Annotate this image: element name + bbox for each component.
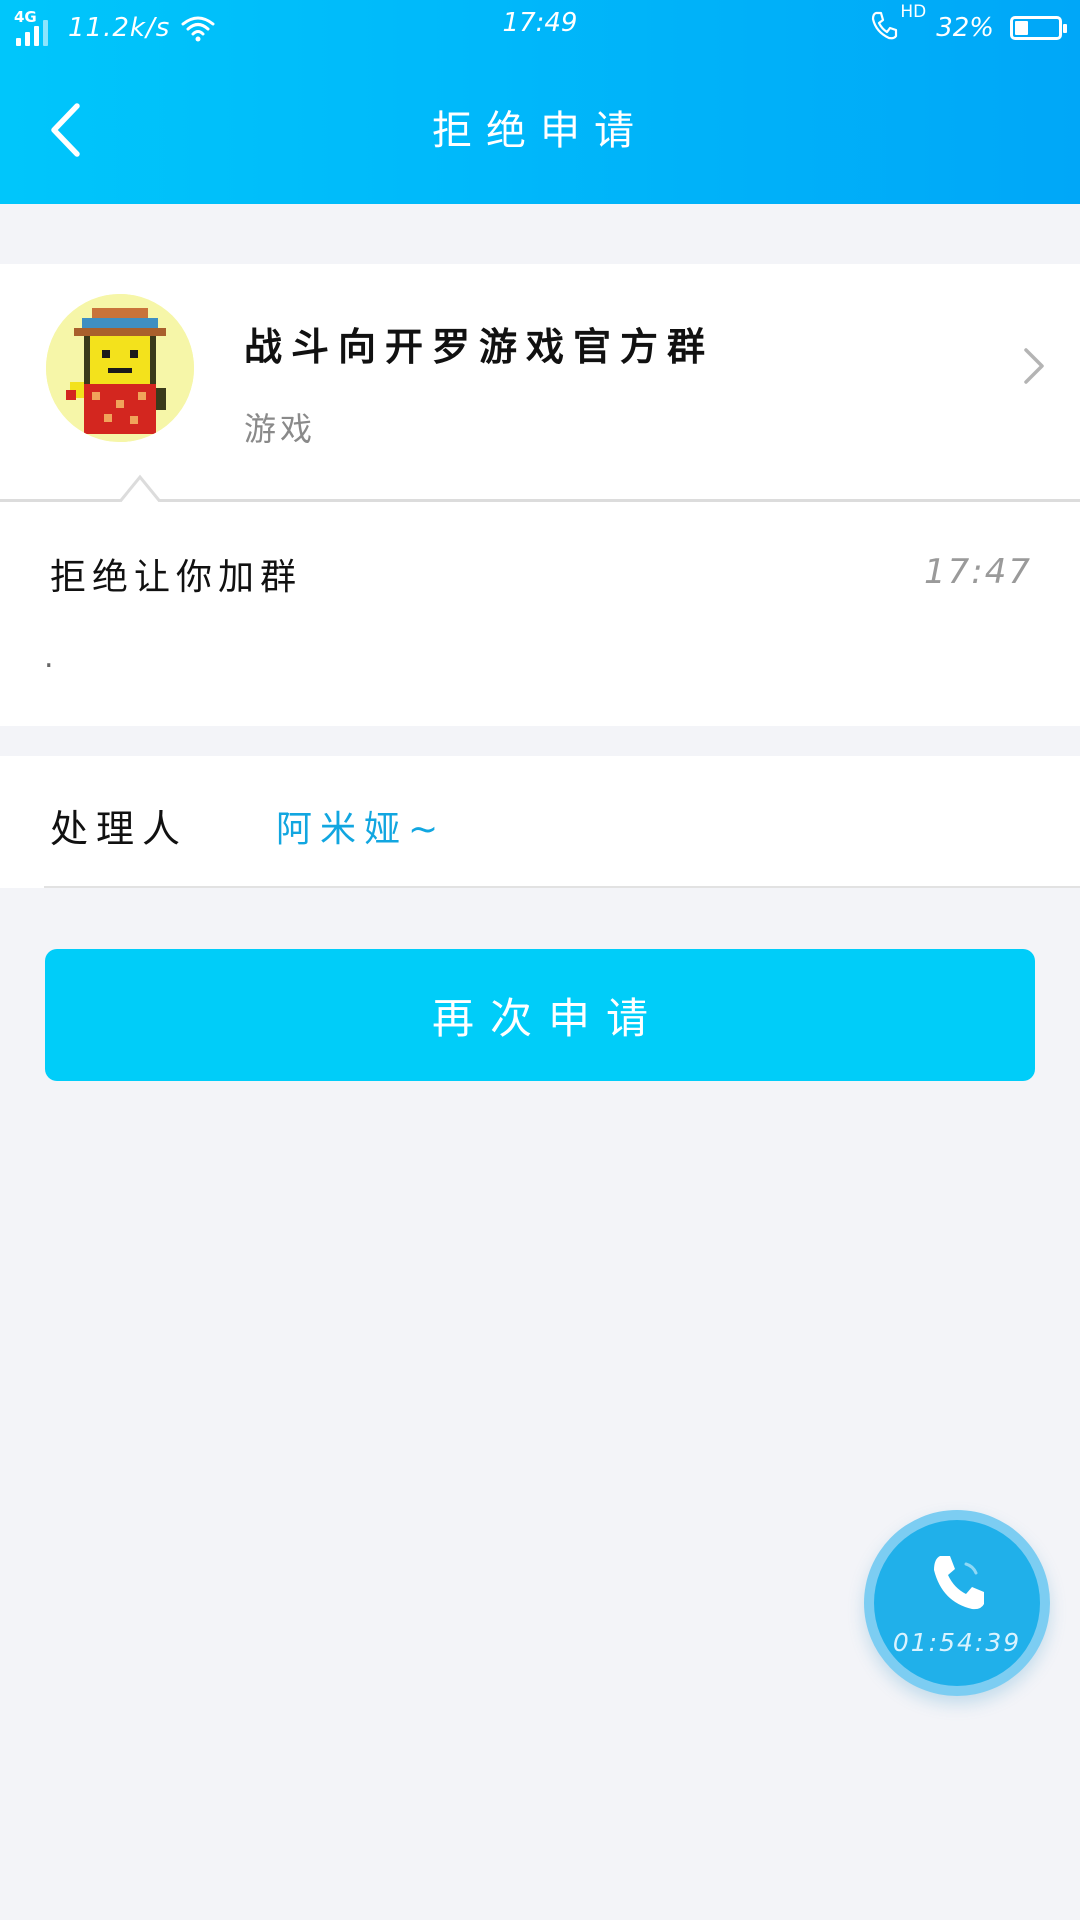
handler-label: 处理人: [50, 807, 189, 851]
call-timer: 01:54:39: [892, 1628, 1022, 1657]
reapply-button[interactable]: 再次申请: [45, 949, 1035, 1081]
hd-label: HD: [900, 1, 927, 22]
group-avatar: [46, 294, 194, 442]
message-time: 17:47: [924, 552, 1032, 592]
message-title: 拒绝让你加群: [50, 557, 303, 598]
message-card: 拒绝让你加群 17:47 .: [0, 502, 1080, 726]
call-bubble: 01:54:39: [874, 1520, 1040, 1686]
message-body: .: [44, 640, 54, 675]
handler-row: 处理人 阿米娅~: [0, 756, 1080, 888]
page-title: 拒绝申请: [432, 108, 648, 154]
pixel-character-icon: [46, 294, 194, 442]
chevron-right-icon: [1022, 346, 1046, 390]
pointer-notch-icon: [120, 474, 160, 503]
battery-icon: [1010, 16, 1067, 40]
handler-name-link[interactable]: 阿米娅~: [276, 800, 446, 852]
hd-call-indicator: HD: [870, 2, 926, 47]
group-card[interactable]: 战斗向开罗游戏官方群 游戏: [0, 264, 1080, 503]
header: 4G 11.2k/s 17:49 HD 32% 拒绝申请: [0, 0, 1080, 204]
status-right: HD 32%: [870, 2, 1067, 48]
row-divider: [44, 886, 1080, 888]
battery-level-fill: [1015, 21, 1028, 35]
phone-hd-icon: [870, 10, 898, 47]
floating-call-widget[interactable]: 01:54:39: [864, 1510, 1050, 1696]
battery-percent: 32%: [936, 13, 994, 43]
status-bar: 4G 11.2k/s 17:49 HD 32%: [0, 0, 1080, 56]
phone-icon: [926, 1550, 990, 1618]
group-category: 游戏: [244, 410, 317, 448]
nav-bar: 拒绝申请: [0, 56, 1080, 204]
group-name: 战斗向开罗游戏官方群: [244, 325, 715, 369]
